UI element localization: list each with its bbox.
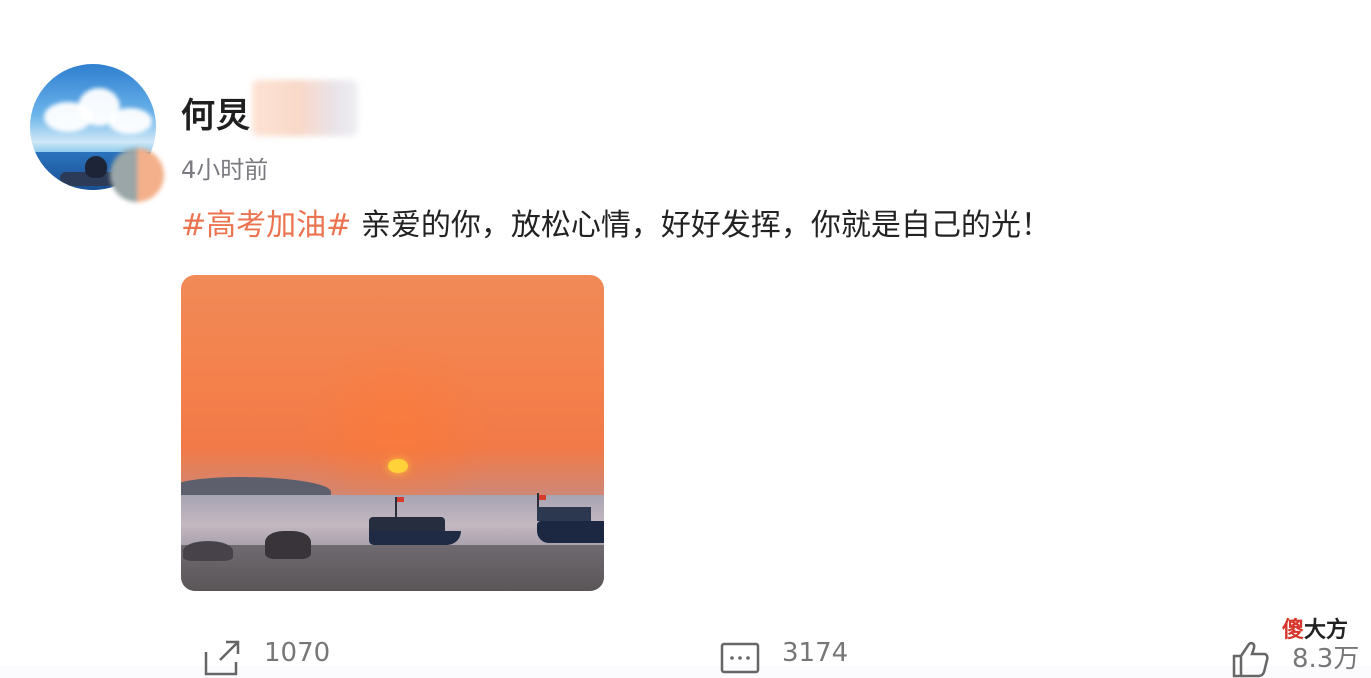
rock	[183, 541, 233, 561]
username[interactable]: 何炅	[181, 88, 251, 137]
repost-button[interactable]: 1070	[202, 638, 330, 678]
boat-flag	[397, 497, 404, 502]
boat-cabin	[537, 507, 591, 521]
weibo-post: 何炅 4小时前 #高考加油# 亲爱的你，放松心情，好好发挥，你就是自己的光！ 1…	[0, 0, 1371, 678]
avatar-person	[85, 156, 107, 178]
action-bar: 1070 3174 8.3万	[0, 638, 1371, 678]
watermark-first-char: 傻	[1282, 618, 1305, 643]
post-content: #高考加油# 亲爱的你，放松心情，好好发挥，你就是自己的光！	[181, 200, 1051, 244]
repost-count: 1070	[264, 638, 331, 668]
comment-button[interactable]: 3174	[720, 638, 848, 678]
avatar-cloud	[108, 108, 152, 134]
post-timestamp[interactable]: 4小时前	[181, 150, 268, 185]
boat-cabin	[369, 517, 445, 531]
like-icon	[1232, 641, 1269, 678]
comment-icon	[720, 642, 760, 674]
verified-badge-blurred	[110, 148, 164, 202]
post-image[interactable]	[181, 275, 604, 591]
username-redaction	[252, 80, 358, 136]
boat	[537, 521, 604, 543]
like-button[interactable]: 8.3万	[1230, 638, 1359, 678]
comment-count: 3174	[782, 638, 849, 668]
beach-shore	[181, 545, 604, 591]
boat	[369, 531, 461, 545]
repost-icon	[204, 640, 240, 676]
rock	[265, 531, 311, 559]
watermark: 傻大方	[1282, 612, 1348, 644]
hashtag-link[interactable]: #高考加油#	[181, 208, 351, 243]
boat-flag	[539, 495, 546, 500]
sun	[388, 459, 408, 473]
post-text: 亲爱的你，放松心情，好好发挥，你就是自己的光！	[351, 208, 1051, 243]
watermark-rest: 大方	[1304, 618, 1349, 643]
